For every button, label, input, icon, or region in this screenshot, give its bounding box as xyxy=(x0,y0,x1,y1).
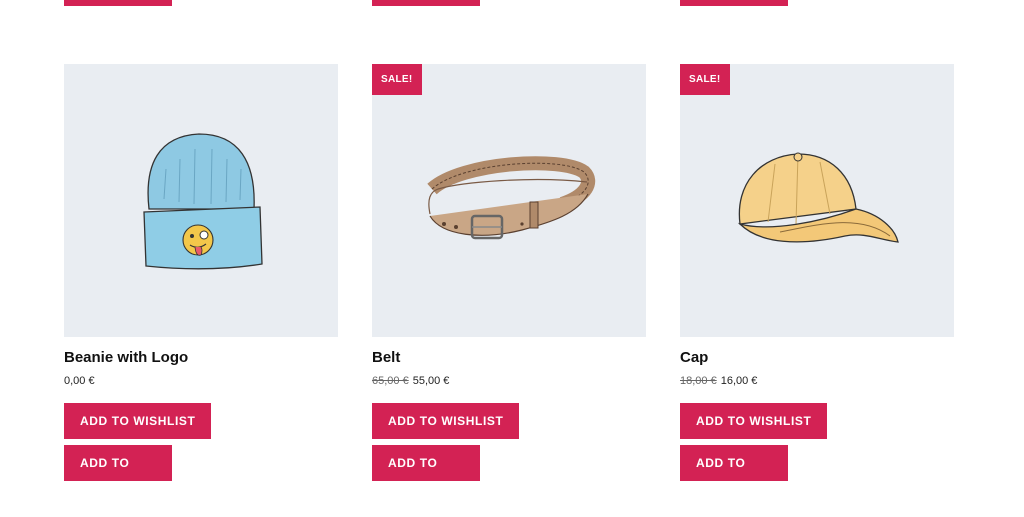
add-to-cart-button[interactable]: ADD TO CART xyxy=(680,445,788,506)
add-to-wishlist-button[interactable]: ADD TO WISHLIST xyxy=(372,403,520,439)
product-card: SALE! Belt 65,00 €55,00 € ADD TO WISHLIS… xyxy=(372,64,646,506)
product-image[interactable]: SALE! xyxy=(680,64,954,337)
add-to-wishlist-button[interactable]: ADD TO WISHLIST xyxy=(64,403,212,439)
product-price: 0,00 € xyxy=(64,375,338,388)
previous-row-button[interactable] xyxy=(64,0,172,6)
product-title[interactable]: Belt xyxy=(372,349,646,367)
original-price: 65,00 € xyxy=(372,375,409,387)
add-to-cart-button[interactable]: ADD TO CART xyxy=(372,445,480,506)
sale-price: 16,00 € xyxy=(720,375,758,387)
belt-illustration xyxy=(427,156,596,240)
product-price: 65,00 €55,00 € xyxy=(372,375,646,388)
add-to-wishlist-button[interactable]: ADD TO WISHLIST xyxy=(680,403,828,439)
product-card: SALE! Cap 18,00 €16,00 € ADD TO WISHLIST… xyxy=(680,64,954,506)
product-image[interactable]: SALE! xyxy=(372,64,646,337)
current-price: 0,00 € xyxy=(64,375,95,387)
product-image[interactable] xyxy=(64,64,338,337)
add-to-cart-button[interactable]: ADD TO CART xyxy=(64,445,172,506)
product-card: Beanie with Logo 0,00 € ADD TO WISHLIST … xyxy=(64,64,338,506)
sale-badge: SALE! xyxy=(372,64,422,95)
previous-row-button[interactable] xyxy=(372,0,480,6)
cap-illustration xyxy=(737,152,899,243)
sale-price: 55,00 € xyxy=(412,375,450,387)
sale-badge: SALE! xyxy=(680,64,730,95)
product-title[interactable]: Cap xyxy=(680,349,954,367)
previous-row-button[interactable] xyxy=(680,0,788,6)
original-price: 18,00 € xyxy=(680,375,717,387)
product-price: 18,00 €16,00 € xyxy=(680,375,954,388)
beanie-illustration xyxy=(143,133,263,270)
product-title[interactable]: Beanie with Logo xyxy=(64,349,338,367)
